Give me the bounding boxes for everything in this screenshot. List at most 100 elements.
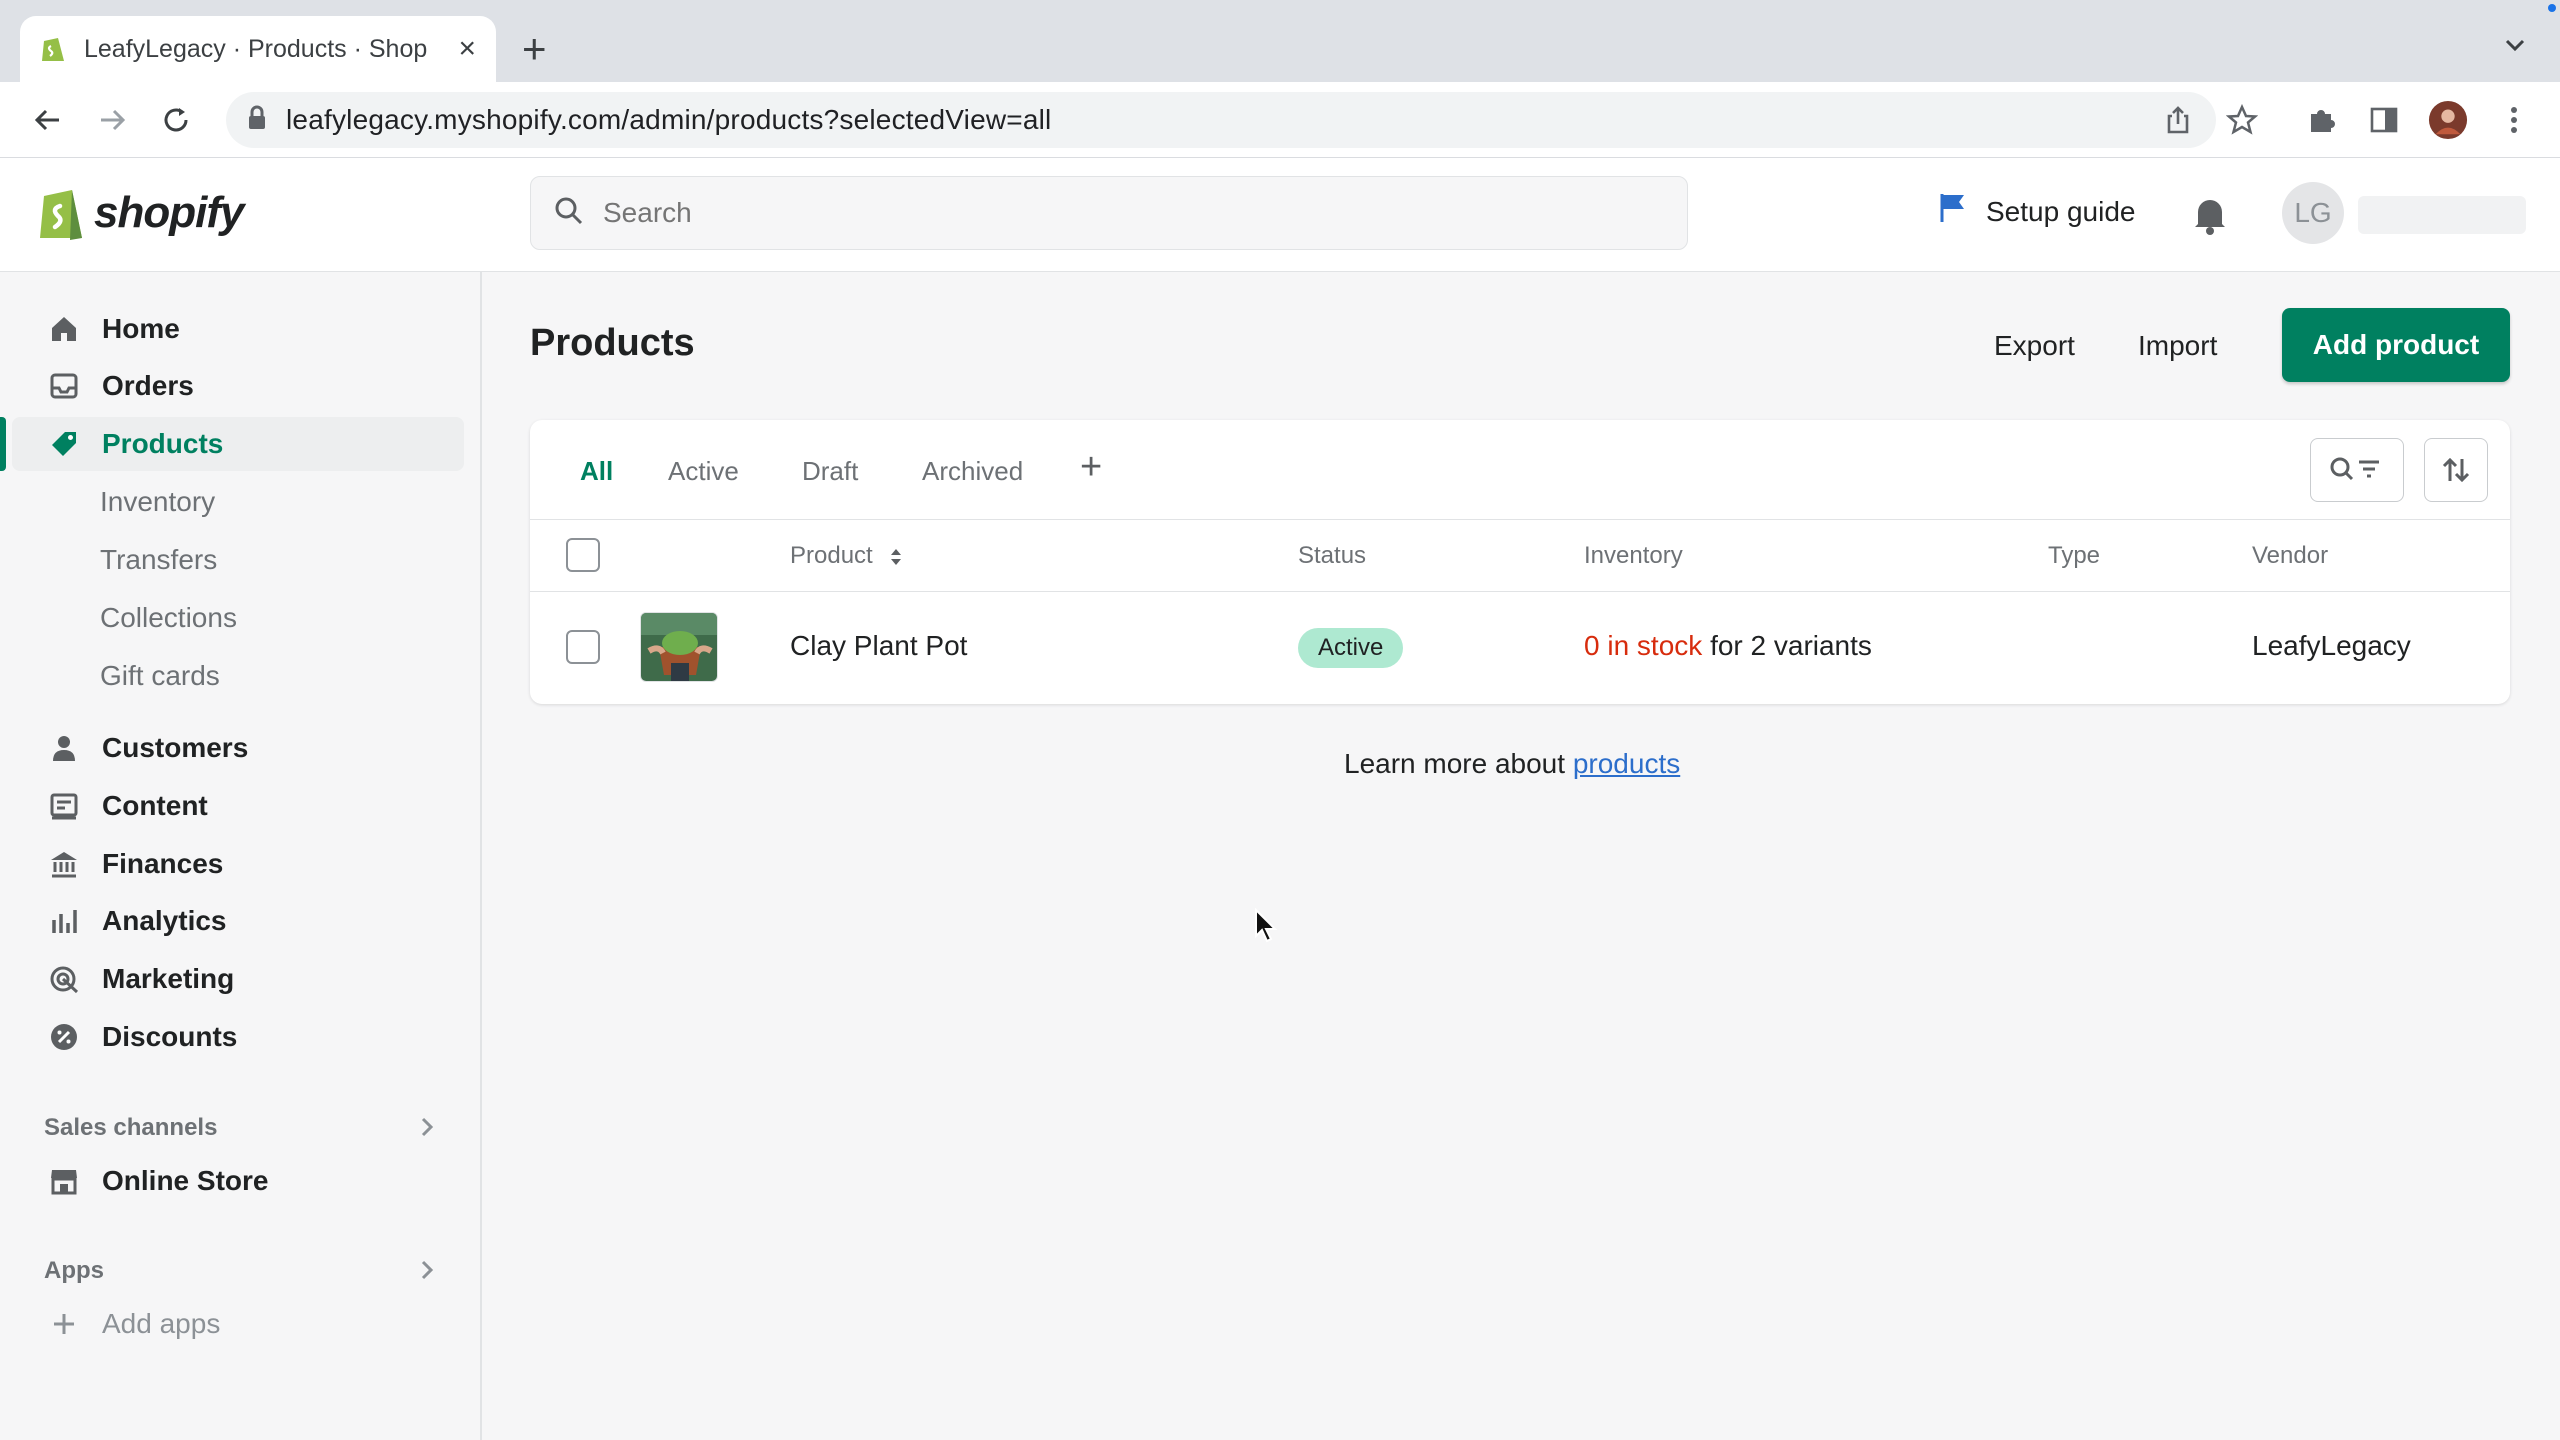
edge-indicator (2548, 4, 2556, 12)
back-arrow-icon[interactable] (28, 100, 68, 140)
tab-search-chevron-icon[interactable] (2500, 30, 2530, 60)
sidebar-item-label: Discounts (102, 1021, 238, 1052)
setup-guide-label: Setup guide (1986, 195, 2136, 227)
sidebar-item-label: Marketing (102, 963, 235, 994)
sidebar-item-marketing[interactable]: Marketing (12, 952, 464, 1006)
sidebar-item-finances[interactable]: Finances (12, 837, 464, 891)
mouse-cursor-icon (1254, 907, 1280, 944)
sidebar-item-label: Add apps (102, 1308, 221, 1339)
orders-inbox-icon (48, 370, 80, 402)
sidebar-item-label: Home (102, 313, 180, 344)
search-filter-icon (2330, 457, 2379, 481)
storefront-icon (48, 1165, 80, 1197)
column-header-product[interactable]: Product (790, 542, 905, 570)
lock-icon[interactable] (246, 105, 268, 136)
search-bar[interactable] (530, 176, 1688, 250)
browser-toolbar: leafylegacy.myshopify.com/admin/products… (0, 82, 2560, 158)
add-view-plus-icon[interactable]: + (1080, 446, 1102, 489)
tab-active[interactable]: Active (668, 456, 739, 487)
search-input[interactable] (603, 197, 1603, 229)
column-header-status: Status (1298, 542, 1367, 569)
learn-more-prefix: Learn more about (1344, 748, 1566, 779)
setup-guide-button[interactable]: Setup guide (1938, 192, 2135, 231)
import-button[interactable]: Import (2138, 310, 2217, 382)
sales-channels-heading[interactable]: Sales channels (44, 1114, 217, 1142)
sidebar-item-label: Online Store (102, 1165, 269, 1196)
bookmark-star-icon[interactable] (2222, 100, 2262, 140)
sidebar-item-label: Customers (102, 732, 249, 763)
sort-arrows-icon (2442, 457, 2470, 483)
sidebar: Home Orders Products Inventory Transfers… (0, 272, 482, 1440)
customer-person-icon (48, 732, 80, 764)
content-icon (48, 790, 80, 822)
sidebar-subitem-transfers[interactable]: Transfers (100, 544, 217, 576)
user-avatar[interactable]: LG (2282, 182, 2344, 244)
marketing-target-icon (48, 963, 80, 995)
tab-archived[interactable]: Archived (922, 456, 1023, 487)
browser-menu-icon[interactable] (2494, 100, 2534, 140)
sidebar-subitem-collections[interactable]: Collections (100, 602, 237, 634)
plus-icon (48, 1308, 80, 1340)
products-table-card: All Active Draft Archived + Product Stat… (530, 420, 2510, 704)
shopify-favicon-icon (40, 34, 66, 64)
inventory-cell: 0 in stock for 2 variants (1584, 630, 1872, 662)
sidebar-item-label: Products (102, 428, 224, 459)
sidebar-item-discounts[interactable]: Discounts (12, 1010, 464, 1064)
shopify-logo[interactable]: shopify (36, 184, 244, 242)
logo-wordmark: shopify (94, 188, 244, 237)
status-badge: Active (1298, 628, 1404, 668)
share-icon[interactable] (2158, 100, 2198, 140)
admin-top-bar: shopify Setup guide LG (0, 158, 2560, 272)
sidebar-item-add-apps[interactable]: Add apps (12, 1297, 464, 1351)
sidebar-item-online-store[interactable]: Online Store (12, 1154, 464, 1208)
product-thumbnail[interactable] (640, 612, 718, 682)
bank-icon (48, 848, 80, 880)
tab-close-icon[interactable]: × (458, 32, 476, 66)
table-row[interactable]: Clay Plant Pot Active 0 in stock for 2 v… (530, 592, 2510, 704)
reload-icon[interactable] (156, 100, 196, 140)
sidebar-subitem-inventory[interactable]: Inventory (100, 486, 215, 518)
search-icon (553, 195, 585, 232)
apps-chevron-icon[interactable] (412, 1255, 442, 1285)
stock-count: 0 in stock (1584, 630, 1703, 661)
select-all-checkbox[interactable] (566, 538, 600, 572)
sidebar-item-content[interactable]: Content (12, 779, 464, 833)
sort-button[interactable] (2424, 438, 2488, 502)
sidebar-item-home[interactable]: Home (12, 302, 464, 356)
notification-bell-icon[interactable] (2190, 192, 2230, 236)
sidebar-item-analytics[interactable]: Analytics (12, 894, 464, 948)
products-help-link[interactable]: products (1573, 748, 1680, 779)
column-header-inventory: Inventory (1584, 542, 1683, 569)
extensions-puzzle-icon[interactable] (2302, 100, 2342, 140)
sidebar-item-products[interactable]: Products (0, 417, 464, 471)
add-product-button[interactable]: Add product (2282, 308, 2510, 382)
vendor-cell: LeafyLegacy (2252, 630, 2411, 661)
side-panel-icon[interactable] (2364, 100, 2404, 140)
flag-icon (1938, 192, 1968, 231)
sidebar-item-label: Content (102, 790, 208, 821)
url-text: leafylegacy.myshopify.com/admin/products… (286, 104, 1052, 135)
browser-tab[interactable]: LeafyLegacy · Products · Shop × (20, 16, 496, 82)
page-title: Products (530, 322, 695, 364)
export-button[interactable]: Export (1994, 310, 2075, 382)
browser-tab-title: LeafyLegacy · Products · Shop (84, 34, 428, 63)
sales-channels-chevron-icon[interactable] (412, 1112, 442, 1142)
sidebar-item-orders[interactable]: Orders (12, 359, 464, 413)
tab-draft[interactable]: Draft (802, 456, 858, 487)
bar-chart-icon (48, 905, 80, 937)
profile-avatar-icon[interactable] (2428, 100, 2468, 140)
new-tab-button[interactable]: + (522, 24, 547, 74)
learn-more-text: Learn more about products (1344, 748, 1680, 780)
sidebar-item-customers[interactable]: Customers (12, 721, 464, 775)
table-header: Product Status Inventory Type Vendor (530, 520, 2510, 592)
row-checkbox[interactable] (566, 630, 600, 664)
search-filter-button[interactable] (2310, 438, 2404, 502)
product-name-link[interactable]: Clay Plant Pot (790, 630, 967, 662)
apps-heading[interactable]: Apps (44, 1257, 104, 1285)
sidebar-subitem-gift-cards[interactable]: Gift cards (100, 660, 220, 692)
tab-all[interactable]: All (580, 456, 613, 487)
forward-arrow-icon[interactable] (92, 100, 132, 140)
column-header-type: Type (2048, 542, 2101, 569)
store-name-placeholder[interactable] (2358, 196, 2526, 234)
address-bar[interactable]: leafylegacy.myshopify.com/admin/products… (226, 92, 2216, 148)
